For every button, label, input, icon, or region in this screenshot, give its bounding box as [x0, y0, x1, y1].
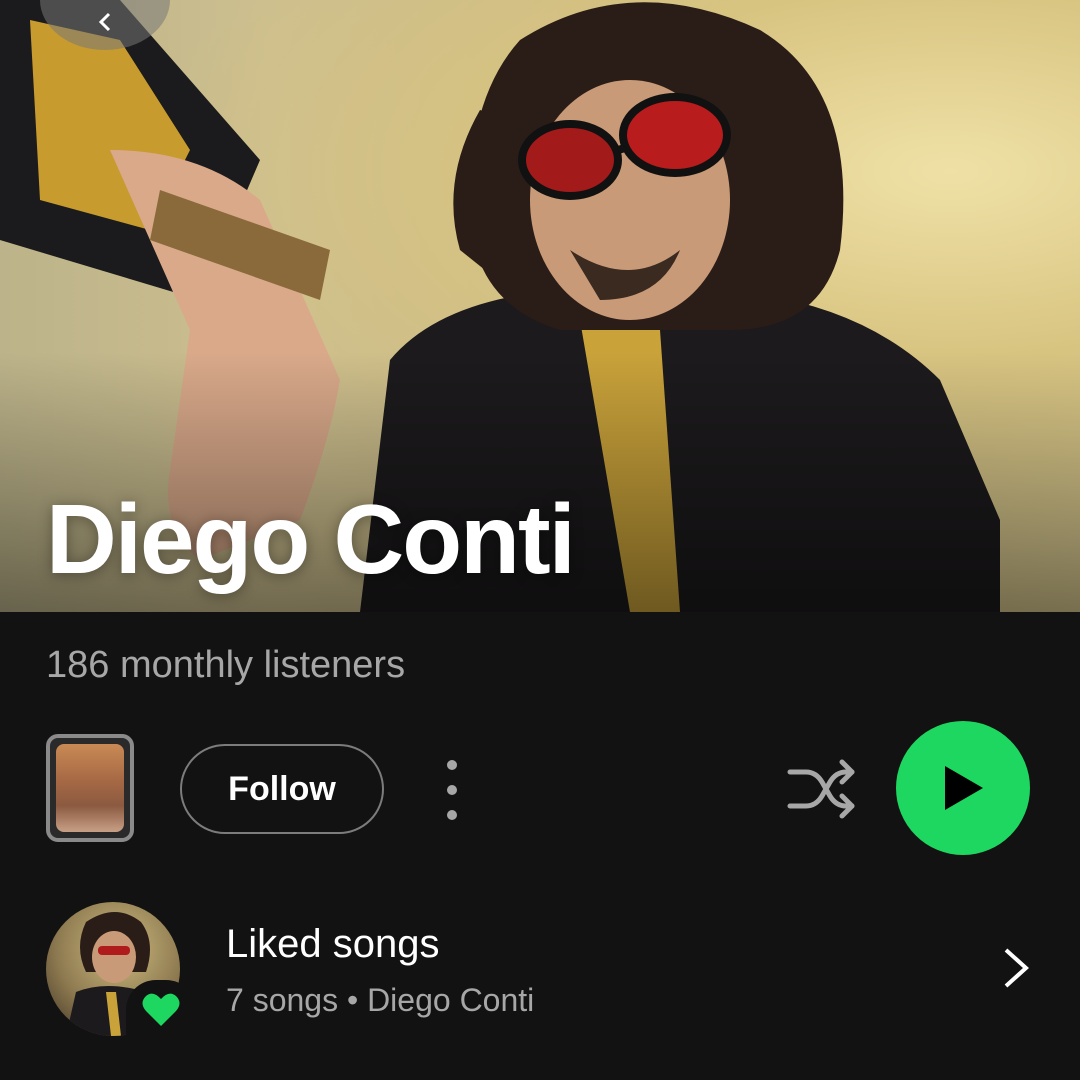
artist-pick-thumbnail[interactable]: [46, 734, 134, 842]
heart-icon: [142, 993, 180, 1026]
more-options-button[interactable]: [430, 752, 474, 828]
artist-header-image: Diego Conti: [0, 0, 1080, 612]
follow-button[interactable]: Follow: [180, 744, 384, 834]
liked-songs-subtitle: 7 songs • Diego Conti: [226, 982, 535, 1018]
chevron-right-icon[interactable]: [996, 944, 1036, 992]
play-icon: [945, 766, 983, 810]
thumbnail-image: [56, 744, 124, 832]
artist-name: Diego Conti: [46, 484, 576, 594]
more-vertical-icon: [447, 760, 457, 770]
monthly-listeners: 186 monthly listeners: [46, 644, 406, 686]
play-button[interactable]: [896, 721, 1030, 855]
shuffle-icon[interactable]: [786, 756, 858, 822]
liked-badge: [126, 980, 196, 1040]
liked-songs-row[interactable]: Liked songs 7 songs • Diego Conti: [0, 888, 1080, 1048]
chevron-left-icon: [98, 12, 111, 32]
liked-songs-title: Liked songs: [226, 922, 440, 966]
